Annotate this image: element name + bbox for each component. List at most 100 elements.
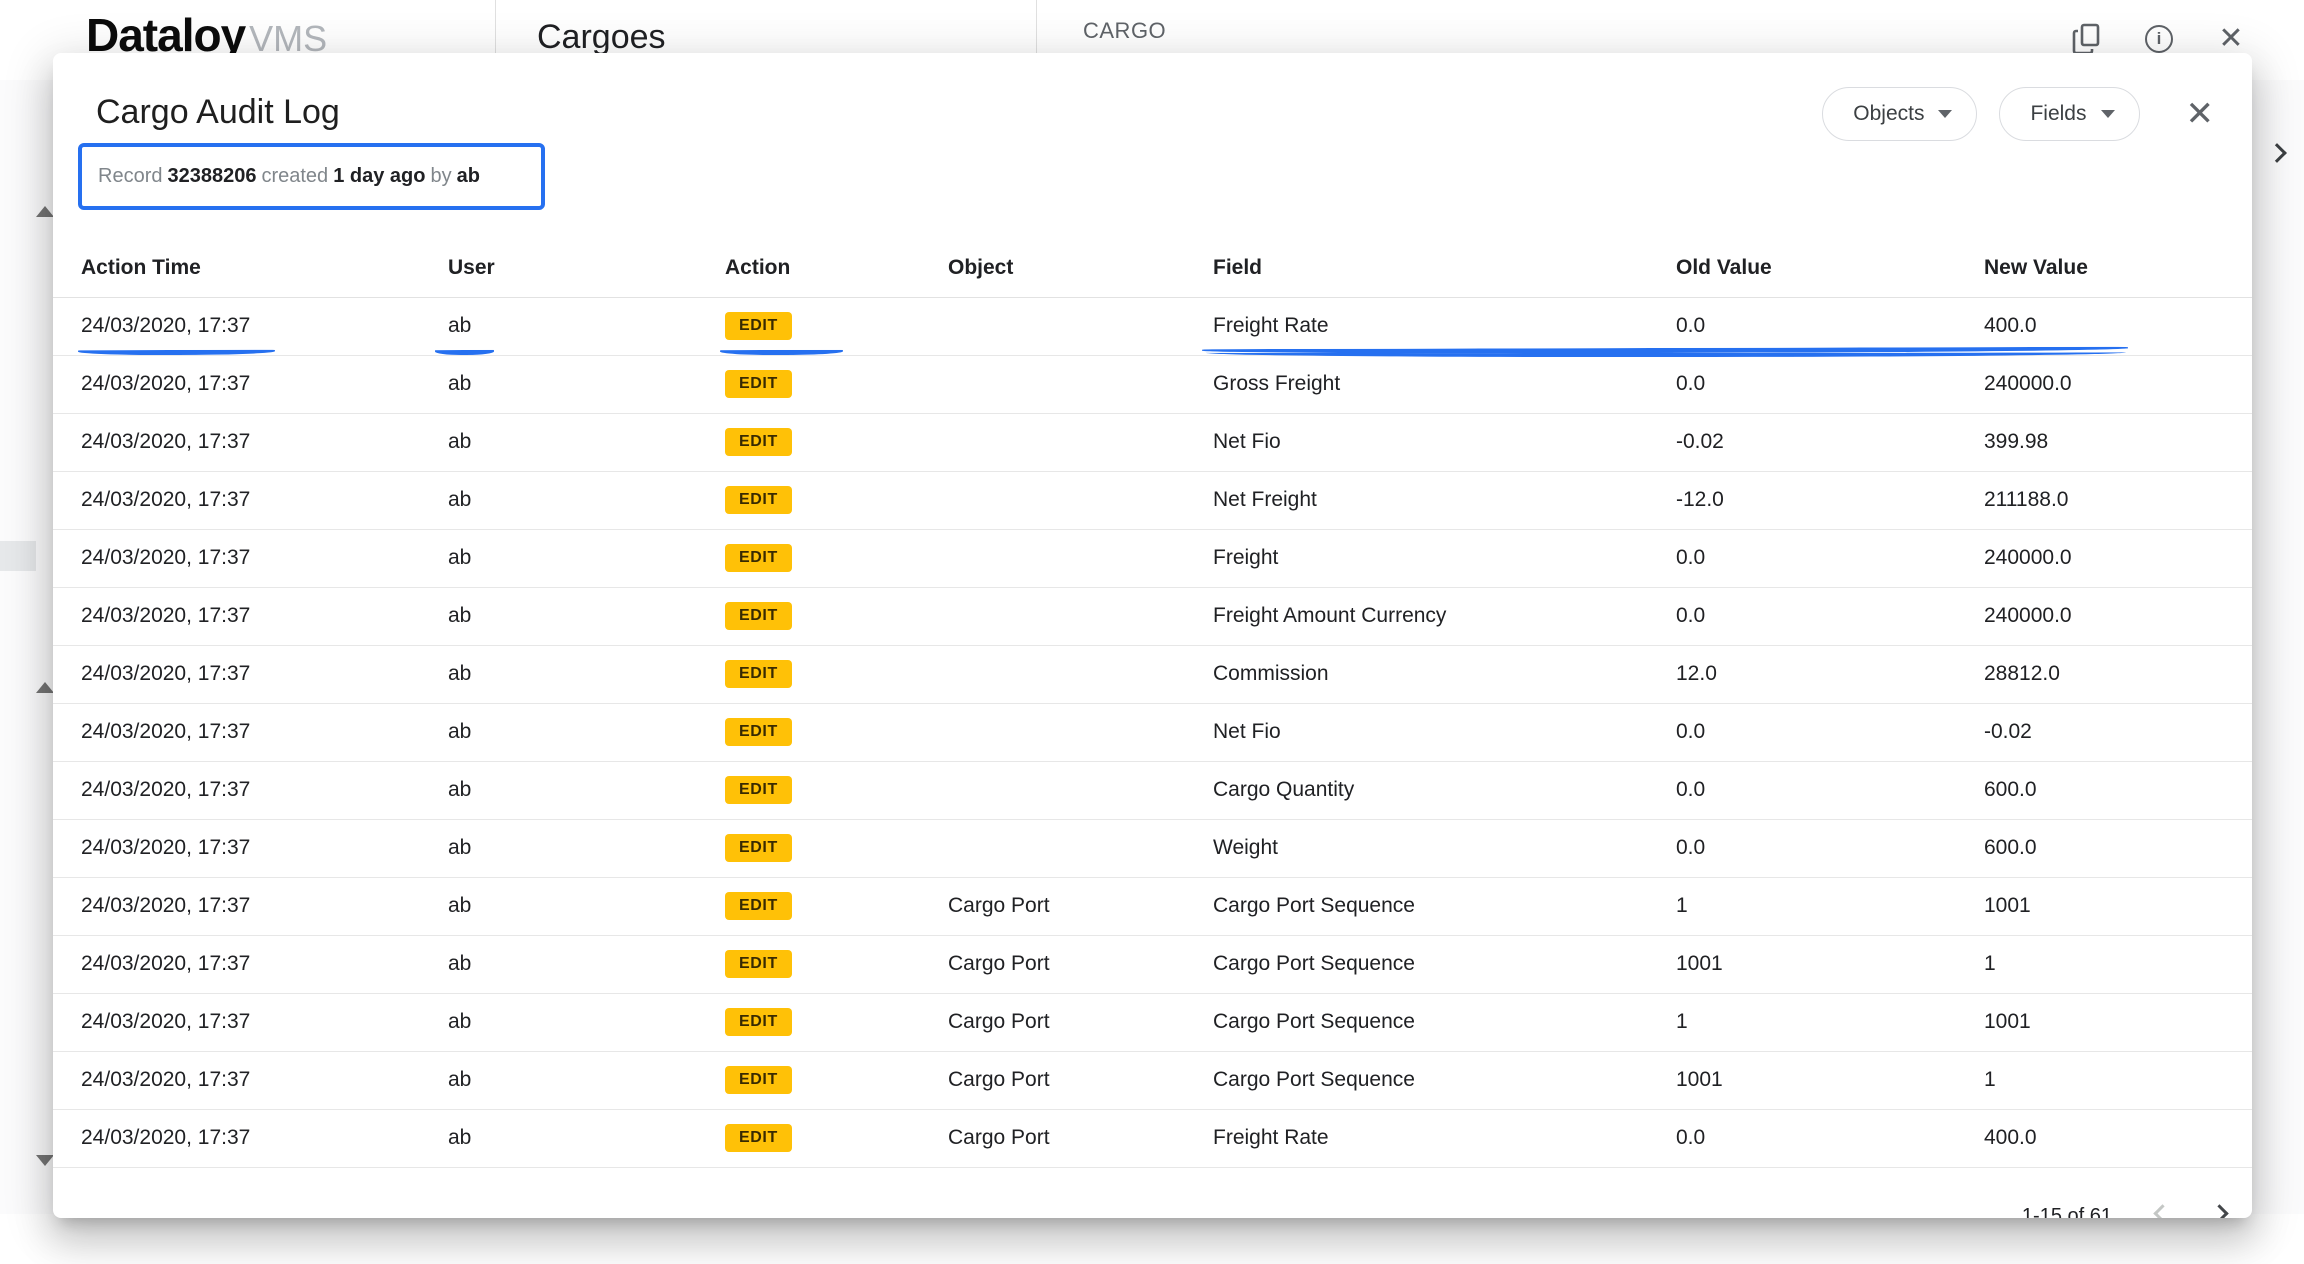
cell-action-time: 24/03/2020, 17:37 <box>53 471 448 529</box>
cell-object: Cargo Port <box>948 1051 1213 1109</box>
cell-new-value: 399.98 <box>1984 413 2252 471</box>
fields-dropdown[interactable]: Fields <box>1999 87 2139 141</box>
record-info: Record 32388206 created 1 day ago by ab <box>78 143 545 210</box>
cell-new-value: 240000.0 <box>1984 587 2252 645</box>
modal-close-icon[interactable]: ✕ <box>2186 97 2215 131</box>
bottom-row-background: ANMI336 tes <box>0 1214 2304 1264</box>
cell-object <box>948 703 1213 761</box>
cell-old-value: 0.0 <box>1676 703 1984 761</box>
cell-field: Freight <box>1213 529 1676 587</box>
cell-old-value: 0.0 <box>1676 1109 1984 1167</box>
cell-new-value: 600.0 <box>1984 761 2252 819</box>
col-field: Field <box>1213 239 1676 297</box>
cell-action: EDIT <box>725 703 948 761</box>
cell-action-time: 24/03/2020, 17:37 <box>53 529 448 587</box>
objects-dropdown-label: Objects <box>1853 102 1924 126</box>
chevron-down-icon <box>2101 110 2115 118</box>
info-icon[interactable]: i <box>2142 22 2176 56</box>
cell-action: EDIT <box>725 877 948 935</box>
cell-user: ab <box>448 761 725 819</box>
table-row: 24/03/2020, 17:37 ab EDIT Commission 12.… <box>53 645 2252 703</box>
cell-user: ab <box>448 297 725 355</box>
pagination-range-label: 1-15 of 61 <box>2022 1199 2112 1218</box>
cell-action: EDIT <box>725 471 948 529</box>
table-row: 24/03/2020, 17:37 ab EDIT Cargo Port Car… <box>53 935 2252 993</box>
cell-user: ab <box>448 877 725 935</box>
cell-new-value: 400.0 <box>1984 297 2252 355</box>
panel-close-icon[interactable]: ✕ <box>2214 22 2248 56</box>
cell-action-time: 24/03/2020, 17:37 <box>53 761 448 819</box>
edit-action-badge: EDIT <box>725 950 792 978</box>
table-row: 24/03/2020, 17:37 ab EDIT Freight Rate 0… <box>53 297 2252 355</box>
cell-action: EDIT <box>725 1109 948 1167</box>
edit-action-badge: EDIT <box>725 1124 792 1152</box>
cell-new-value: 600.0 <box>1984 819 2252 877</box>
cell-action-time: 24/03/2020, 17:37 <box>53 355 448 413</box>
cell-action: EDIT <box>725 761 948 819</box>
pagination-next-icon[interactable] <box>2210 1204 2228 1218</box>
cell-field: Net Fio <box>1213 413 1676 471</box>
table-row: 24/03/2020, 17:37 ab EDIT Cargo Port Car… <box>53 993 2252 1051</box>
cell-old-value: 0.0 <box>1676 761 1984 819</box>
screen: DataloyVMS Cargoes CARGO i ✕ <box>0 0 2304 1264</box>
cargo-panel-actions: i ✕ <box>2070 22 2248 56</box>
cell-object <box>948 413 1213 471</box>
left-scrollbar-thumb[interactable] <box>0 541 36 571</box>
cell-action: EDIT <box>725 587 948 645</box>
table-row: 24/03/2020, 17:37 ab EDIT Freight Amount… <box>53 587 2252 645</box>
cell-action: EDIT <box>725 1051 948 1109</box>
cell-new-value: 1001 <box>1984 877 2252 935</box>
cell-action: EDIT <box>725 993 948 1051</box>
audit-table-header: Action Time User Action Object Field Old… <box>53 239 2252 297</box>
cell-field: Cargo Port Sequence <box>1213 993 1676 1051</box>
edit-action-badge: EDIT <box>725 1008 792 1036</box>
cell-field: Weight <box>1213 819 1676 877</box>
divider <box>495 0 496 53</box>
col-action-time: Action Time <box>53 239 448 297</box>
cell-field: Cargo Quantity <box>1213 761 1676 819</box>
record-by-label: by <box>430 165 451 188</box>
cell-new-value: 240000.0 <box>1984 355 2252 413</box>
edit-action-badge: EDIT <box>725 370 792 398</box>
copy-icon[interactable] <box>2070 22 2104 56</box>
scroll-down-icon[interactable] <box>36 1155 54 1166</box>
col-new-value: New Value <box>1984 239 2252 297</box>
cell-action-time: 24/03/2020, 17:37 <box>53 819 448 877</box>
edit-action-badge: EDIT <box>725 718 792 746</box>
cell-old-value: 1001 <box>1676 935 1984 993</box>
cell-user: ab <box>448 935 725 993</box>
cell-new-value: 1001 <box>1984 993 2252 1051</box>
cell-user: ab <box>448 471 725 529</box>
cell-old-value: 12.0 <box>1676 645 1984 703</box>
cell-old-value: 0.0 <box>1676 355 1984 413</box>
pagination-prev-icon[interactable] <box>2153 1204 2171 1218</box>
cell-user: ab <box>448 1109 725 1167</box>
cell-user: ab <box>448 703 725 761</box>
scroll-up-icon[interactable] <box>36 206 54 217</box>
chevron-down-icon <box>1938 110 1952 118</box>
table-row: 24/03/2020, 17:37 ab EDIT Cargo Port Car… <box>53 877 2252 935</box>
cell-object <box>948 819 1213 877</box>
cell-object: Cargo Port <box>948 993 1213 1051</box>
cargo-panel-title: CARGO <box>1083 18 1166 44</box>
cell-object: Cargo Port <box>948 1109 1213 1167</box>
edit-action-badge: EDIT <box>725 602 792 630</box>
cell-user: ab <box>448 355 725 413</box>
cell-action: EDIT <box>725 297 948 355</box>
audit-table: Action Time User Action Object Field Old… <box>53 239 2252 1168</box>
objects-dropdown[interactable]: Objects <box>1822 87 1977 141</box>
record-created-label: created <box>261 165 328 188</box>
cell-old-value: 1 <box>1676 993 1984 1051</box>
table-row: 24/03/2020, 17:37 ab EDIT Net Freight -1… <box>53 471 2252 529</box>
edit-action-badge: EDIT <box>725 660 792 688</box>
cell-field: Freight Rate <box>1213 297 1676 355</box>
col-object: Object <box>948 239 1213 297</box>
cell-user: ab <box>448 645 725 703</box>
scroll-up-icon[interactable] <box>36 682 54 693</box>
cell-action: EDIT <box>725 819 948 877</box>
table-row: 24/03/2020, 17:37 ab EDIT Cargo Port Car… <box>53 1051 2252 1109</box>
cell-new-value: 1 <box>1984 935 2252 993</box>
expand-panel-chevron-icon[interactable] <box>2267 143 2287 163</box>
table-row: 24/03/2020, 17:37 ab EDIT Cargo Port Fre… <box>53 1109 2252 1167</box>
cell-field: Cargo Port Sequence <box>1213 877 1676 935</box>
